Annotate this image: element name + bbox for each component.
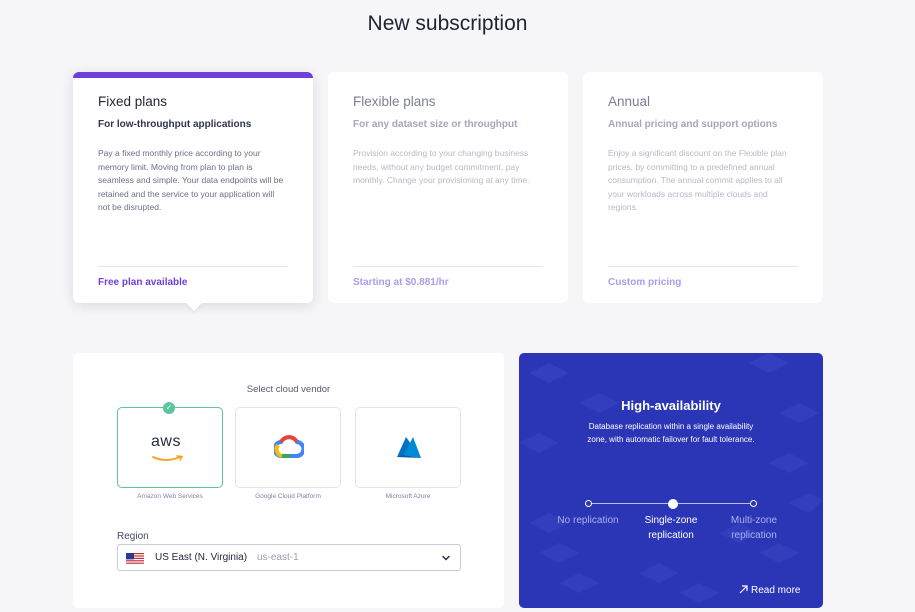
replication-option-single-zone[interactable]: Single-zone replication [626, 513, 716, 543]
plan-subtitle: For low-throughput applications [98, 119, 252, 130]
vendor-name: Microsoft Azure [385, 493, 431, 500]
arrow-up-right-icon [739, 585, 748, 594]
plan-description: Enjoy a significant discount on the Flex… [608, 148, 787, 212]
cube-pattern-background [519, 353, 823, 603]
plan-divider [98, 266, 288, 267]
plan-description: Provision according to your changing bus… [353, 148, 530, 185]
ha-description: Database replication within a single ava… [587, 422, 755, 444]
option-label-line2: replication [648, 530, 694, 541]
aws-logo-icon: aws [151, 434, 185, 468]
vendor-option-gcp[interactable] [235, 407, 341, 488]
region-label: Region [117, 531, 149, 542]
option-label: Multi-zone [730, 515, 778, 526]
aws-logo-text: aws [151, 433, 181, 450]
plan-card-flexible[interactable]: Flexible plans For any dataset size or t… [328, 72, 568, 303]
vendor-name: Amazon Web Services [137, 493, 203, 500]
vendor-option-aws[interactable]: ✓ aws [117, 402, 223, 488]
plan-divider [353, 266, 543, 267]
google-cloud-logo-icon [274, 435, 304, 458]
plan-title: Annual [608, 94, 651, 109]
slider-stop-multi-zone[interactable] [750, 500, 757, 507]
plan-divider [608, 266, 798, 267]
vendor-option-azure[interactable] [355, 407, 461, 488]
aws-smile-icon [152, 455, 184, 461]
selected-card-pointer [186, 303, 202, 311]
vendor-name: Google Cloud Platform [255, 493, 321, 500]
region-select[interactable]: US East (N. Virginia) us-east-1 [117, 544, 461, 571]
read-more-label: Read more [751, 585, 801, 596]
plan-footer: Free plan available [98, 277, 188, 288]
plan-footer: Custom pricing [608, 277, 682, 288]
replication-option-none[interactable]: No replication [543, 513, 633, 528]
option-label: No replication [557, 515, 619, 526]
ha-title: High-availability [621, 398, 721, 413]
high-availability-panel: High-availability Database replication w… [519, 353, 823, 608]
check-icon: ✓ [163, 402, 175, 414]
page-title: New subscription [367, 12, 528, 35]
azure-logo-icon [397, 437, 421, 458]
region-name: US East (N. Virginia) [155, 552, 248, 563]
plan-footer: Starting at $0.881/hr [353, 277, 449, 288]
plan-subtitle: Annual pricing and support options [608, 119, 778, 130]
chevron-down-icon[interactable] [441, 553, 451, 563]
region-code: us-east-1 [257, 552, 299, 563]
plan-card-annual[interactable]: Annual Annual pricing and support option… [583, 72, 823, 303]
plan-card-fixed[interactable]: Fixed plans For low-throughput applicati… [73, 72, 313, 303]
vendor-label: Select cloud vendor [246, 384, 331, 395]
plan-title: Flexible plans [353, 94, 436, 109]
read-more-link[interactable]: Read more [739, 585, 800, 596]
plan-description: Pay a fixed monthly price according to y… [98, 148, 284, 212]
replication-option-multi-zone[interactable]: Multi-zone replication [709, 513, 799, 543]
plan-title: Fixed plans [98, 94, 168, 109]
us-flag-icon [126, 552, 144, 564]
slider-stop-no-replication[interactable] [585, 500, 592, 507]
option-label: Single-zone [644, 515, 698, 526]
plan-subtitle: For any dataset size or throughput [353, 119, 518, 130]
cloud-vendor-panel: Select cloud vendor ✓ aws Amazon Web Ser… [73, 353, 504, 608]
slider-stop-single-zone[interactable] [668, 499, 678, 509]
option-label-line2: replication [731, 530, 777, 541]
